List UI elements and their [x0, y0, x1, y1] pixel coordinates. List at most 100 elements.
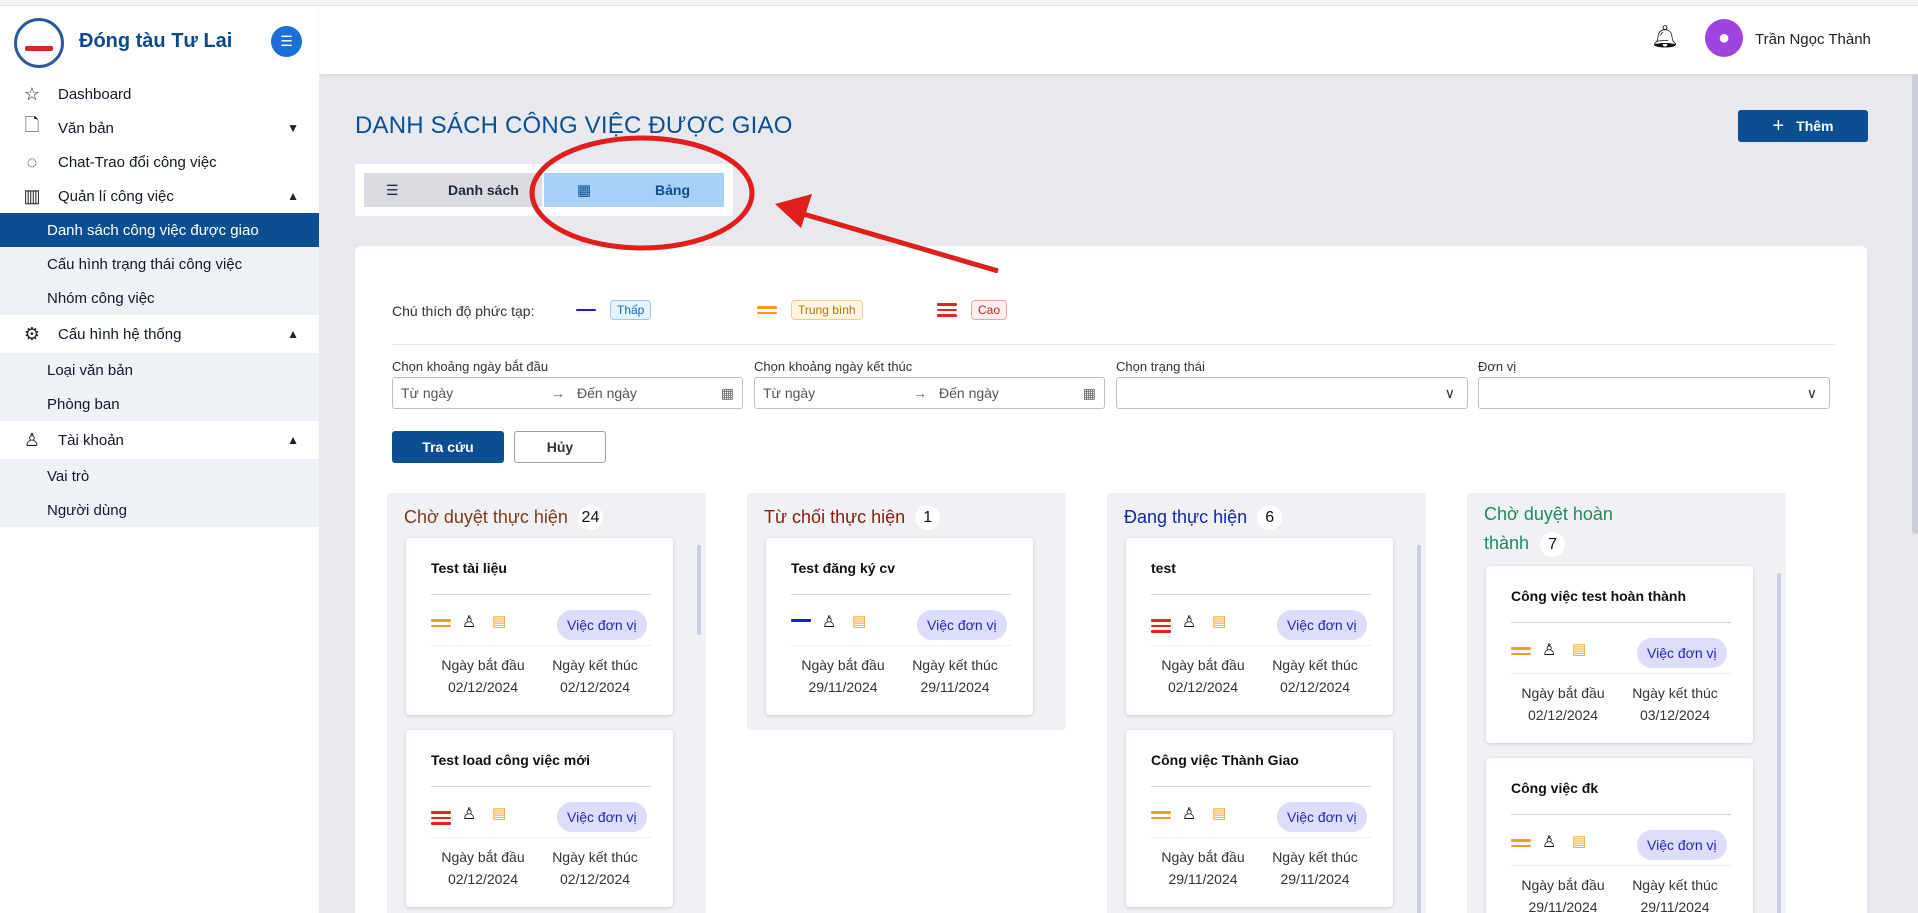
- view-table-button[interactable]: ▦ Bảng: [544, 173, 724, 207]
- arrow-head: [775, 194, 812, 228]
- task-card[interactable]: Test đăng ký cv ♙ ▤ Việc đơn vị Ngày bắt…: [766, 538, 1033, 715]
- add-button[interactable]: + Thêm: [1738, 110, 1868, 142]
- chevron-up-icon: ▲: [287, 433, 299, 447]
- sidebar-item-danh-sach-cong-viec[interactable]: Danh sách công việc được giao: [0, 213, 319, 247]
- kanban-column-cho-duyet-hoan-thanh: Chờ duyệt hoàn thành 7 Công việc test ho…: [1467, 493, 1786, 913]
- sidebar-item-label: Văn bản: [58, 119, 114, 137]
- board-icon: ▥: [23, 185, 41, 206]
- bell-icon[interactable]: 🔔︎: [1651, 24, 1679, 50]
- sidebar-item-nhom-cong-viec[interactable]: Nhóm công việc: [0, 281, 319, 315]
- start-range-label: Chọn khoảng ngày bắt đầu: [392, 359, 549, 374]
- sidebar-item-dashboard[interactable]: ☆ Dashboard: [0, 77, 319, 111]
- cancel-button[interactable]: Hủy: [514, 431, 606, 463]
- column-title-line1: Chờ duyệt hoàn: [1484, 504, 1613, 524]
- legend-low: Thấp: [576, 300, 652, 320]
- sidebar-item-label: Nhóm công việc: [47, 289, 155, 307]
- start-date: Ngày bắt đầu 02/12/2024: [1161, 657, 1245, 695]
- sidebar-item-van-ban[interactable]: 🗋 Văn bản ▼: [0, 111, 319, 145]
- complexity-medium-icon: [1511, 839, 1531, 847]
- search-button[interactable]: Tra cứu: [392, 431, 504, 463]
- end-date: Ngày kết thúc 29/11/2024: [1632, 877, 1718, 913]
- legend-label: Chú thích độ phức tạp:: [392, 303, 535, 319]
- end-from-input[interactable]: Từ ngày: [763, 385, 815, 401]
- complexity-low-icon: [576, 308, 596, 312]
- task-card[interactable]: Công việc đk ♙ ▤ Việc đơn vị Ngày bắt đầ…: [1486, 758, 1753, 913]
- chevron-down-icon: ∨: [1806, 385, 1817, 401]
- view-list-label: Danh sách: [448, 182, 519, 198]
- divider: [431, 645, 651, 646]
- plus-icon: +: [1772, 114, 1785, 137]
- start-date: Ngày bắt đầu 02/12/2024: [1521, 685, 1605, 723]
- calendar-icon: ▤: [1572, 641, 1587, 658]
- column-scrollbar[interactable]: [1777, 573, 1781, 913]
- start-date: Ngày bắt đầu 02/12/2024: [441, 849, 525, 887]
- complexity-medium-icon: [431, 619, 451, 627]
- column-scrollbar[interactable]: [1417, 545, 1421, 913]
- start-from-input[interactable]: Từ ngày: [401, 385, 453, 401]
- sidebar-nav: ☆ Dashboard 🗋 Văn bản ▼ ◌ Chat-Trao đổi …: [0, 77, 319, 527]
- task-card[interactable]: Test load công việc mới ♙ ▤ Việc đơn vị …: [406, 730, 673, 907]
- start-date-range[interactable]: Từ ngày → Đến ngày ▦: [392, 377, 743, 409]
- task-title: test: [1151, 560, 1176, 576]
- task-card[interactable]: test ♙ ▤ Việc đơn vị Ngày bắt đầu 02/12/2…: [1126, 538, 1393, 715]
- calendar-icon: ▤: [1212, 805, 1227, 822]
- column-header: Từ chối thực hiện 1: [764, 505, 941, 530]
- status-select[interactable]: ∨: [1116, 377, 1468, 409]
- calendar-icon: ▤: [492, 805, 507, 822]
- sidebar-item-cau-hinh-he-thong[interactable]: ⚙ Cấu hình hệ thống ▲: [0, 315, 319, 353]
- column-count: 1: [915, 505, 941, 530]
- end-date: Ngày kết thúc 03/12/2024: [1632, 685, 1718, 723]
- end-date: Ngày kết thúc 29/11/2024: [1272, 849, 1358, 887]
- avatar[interactable]: ●: [1705, 19, 1743, 57]
- task-title: Công việc đk: [1511, 780, 1599, 796]
- complexity-medium-icon: [1151, 811, 1171, 819]
- legend-medium: Trung bình: [757, 300, 863, 320]
- menu-toggle-button[interactable]: ☰: [271, 26, 302, 57]
- unit-select[interactable]: ∨: [1478, 377, 1830, 409]
- arrow-right-icon: →: [913, 385, 927, 401]
- task-card[interactable]: Test tài liệu ♙ ▤ Việc đơn vị Ngày bắt đ…: [406, 538, 673, 715]
- user-icon: ●: [1717, 26, 1731, 49]
- task-title: Công việc test hoàn thành: [1511, 588, 1687, 604]
- divider: [791, 645, 1011, 646]
- sidebar-item-loai-van-ban[interactable]: Loại văn bản: [0, 353, 319, 387]
- task-title: Test tài liệu: [431, 560, 507, 576]
- divider: [791, 594, 1011, 595]
- legend-medium-badge: Trung bình: [791, 300, 863, 320]
- chevron-up-icon: ▲: [287, 189, 299, 203]
- sidebar-item-label: Người dùng: [47, 501, 127, 519]
- legend-low-badge: Thấp: [610, 300, 652, 320]
- user-name[interactable]: Trần Ngọc Thành: [1755, 31, 1871, 48]
- sidebar-item-nguoi-dung[interactable]: Người dùng: [0, 493, 319, 527]
- column-scrollbar[interactable]: [697, 545, 701, 635]
- list-icon: ☰: [386, 181, 399, 198]
- end-date-range[interactable]: Từ ngày → Đến ngày ▦: [754, 377, 1105, 409]
- page-scrollbar[interactable]: [1912, 74, 1918, 534]
- add-button-label: Thêm: [1796, 118, 1834, 134]
- sidebar-item-quan-li-cong-viec[interactable]: ▥ Quản lí công việc ▲: [0, 179, 319, 213]
- task-card[interactable]: Công việc test hoàn thành ♙ ▤ Việc đơn v…: [1486, 566, 1753, 743]
- star-icon: ☆: [23, 83, 41, 104]
- task-tag: Việc đơn vị: [557, 610, 647, 640]
- view-table-label: Bảng: [655, 182, 690, 198]
- start-date: Ngày bắt đầu 29/11/2024: [1161, 849, 1245, 887]
- sidebar-item-tai-khoan[interactable]: ♙ Tài khoản ▲: [0, 421, 319, 459]
- company-logo: [14, 18, 64, 68]
- sidebar-item-phong-ban[interactable]: Phòng ban: [0, 387, 319, 421]
- sidebar-item-cau-hinh-trang-thai[interactable]: Cấu hình trạng thái công việc: [0, 247, 319, 281]
- task-card[interactable]: Công việc Thành Giao ♙ ▤ Việc đơn vị Ngà…: [1126, 730, 1393, 907]
- end-to-input[interactable]: Đến ngày: [939, 385, 999, 401]
- divider: [431, 594, 651, 595]
- chat-icon: ◌: [26, 151, 38, 172]
- task-tag: Việc đơn vị: [1277, 802, 1367, 832]
- sidebar-item-vai-tro[interactable]: Vai trò: [0, 459, 319, 493]
- sidebar-item-chat[interactable]: ◌ Chat-Trao đổi công việc: [0, 145, 319, 179]
- start-to-input[interactable]: Đến ngày: [577, 385, 637, 401]
- divider: [1151, 594, 1371, 595]
- divider: [1511, 673, 1731, 674]
- sidebar-item-label: Phòng ban: [47, 395, 120, 413]
- kanban-column-tu-choi-thuc-hien: Từ chối thực hiện 1 Test đăng ký cv ♙ ▤ …: [747, 493, 1066, 730]
- user-icon: ♙: [1542, 642, 1557, 659]
- view-list-button[interactable]: ☰ Danh sách: [364, 173, 542, 207]
- gear-icon: ⚙: [23, 323, 41, 344]
